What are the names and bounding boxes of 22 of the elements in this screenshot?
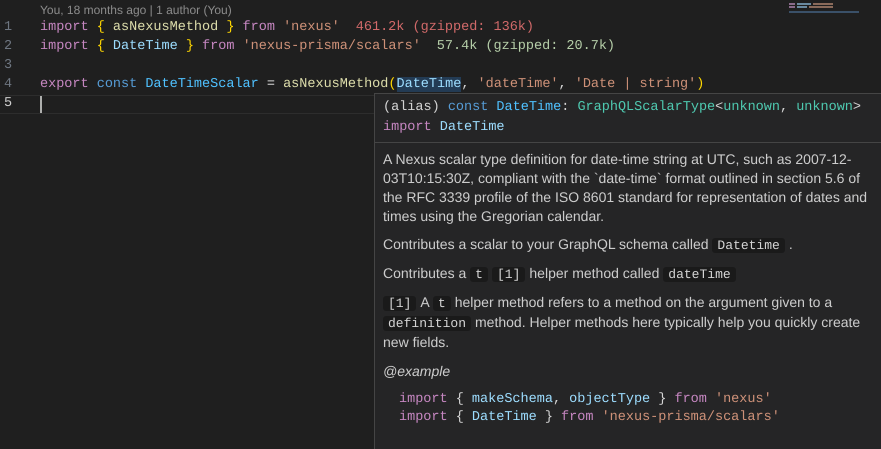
line-number: 1 — [3, 19, 14, 38]
jsdoc-tag: @example — [383, 361, 872, 382]
example-code-line: import { DateTime } from 'nexus-prisma/scalars' — [399, 409, 781, 427]
signature-line: (alias) const DateTime: GraphQLScalarType<unknown, unknown> — [383, 99, 862, 117]
doc-paragraph: Contributes a scalar to your GraphQL schema called Datetime . — [383, 235, 794, 255]
doc-paragraph: Contributes a t [1] helper method called dateTime — [383, 264, 872, 284]
example-code-line: import { makeSchema, objectType } from 'nexus' — [399, 391, 773, 409]
code-line: import { asNexusMethod } from 'nexus' — [40, 19, 340, 38]
code-line: export const DateTimeScalar = asNexusMethod(DateTime, 'dateTime', 'Date | string') — [40, 76, 704, 94]
line-number: 2 — [3, 38, 14, 56]
signature-line: import DateTime — [383, 119, 506, 137]
line-number: 3 — [3, 57, 14, 76]
line-number: 4 — [3, 76, 14, 94]
doc-paragraph: [1] A t helper method refers to a method on the argument given to a definition method. Helper methods here typically help you quickly create new fields. — [383, 293, 862, 352]
text-cursor — [40, 96, 42, 113]
line-number: 5 — [3, 95, 14, 114]
import-size: 461.2k (gzipped: 136k) — [356, 19, 534, 38]
minimap-drawing — [789, 3, 859, 13]
doc-paragraph: A Nexus scalar type definition for date-time string at UTC, such as 2007-12-03T10:15:30Z, compliant with the `date-time` format outlined in section 5.6 of the RFC 3339 profile of the ISO 8601 standard for representation of dates and times using the Gregorian calendar. — [383, 150, 868, 226]
import-size: 57.4k (gzipped: 20.7k) — [436, 38, 616, 56]
code-line: import { DateTime } from 'nexus-prisma/scalars' — [40, 38, 421, 56]
blame-annotation: You, 18 months ago | 1 author (You) — [40, 2, 232, 19]
